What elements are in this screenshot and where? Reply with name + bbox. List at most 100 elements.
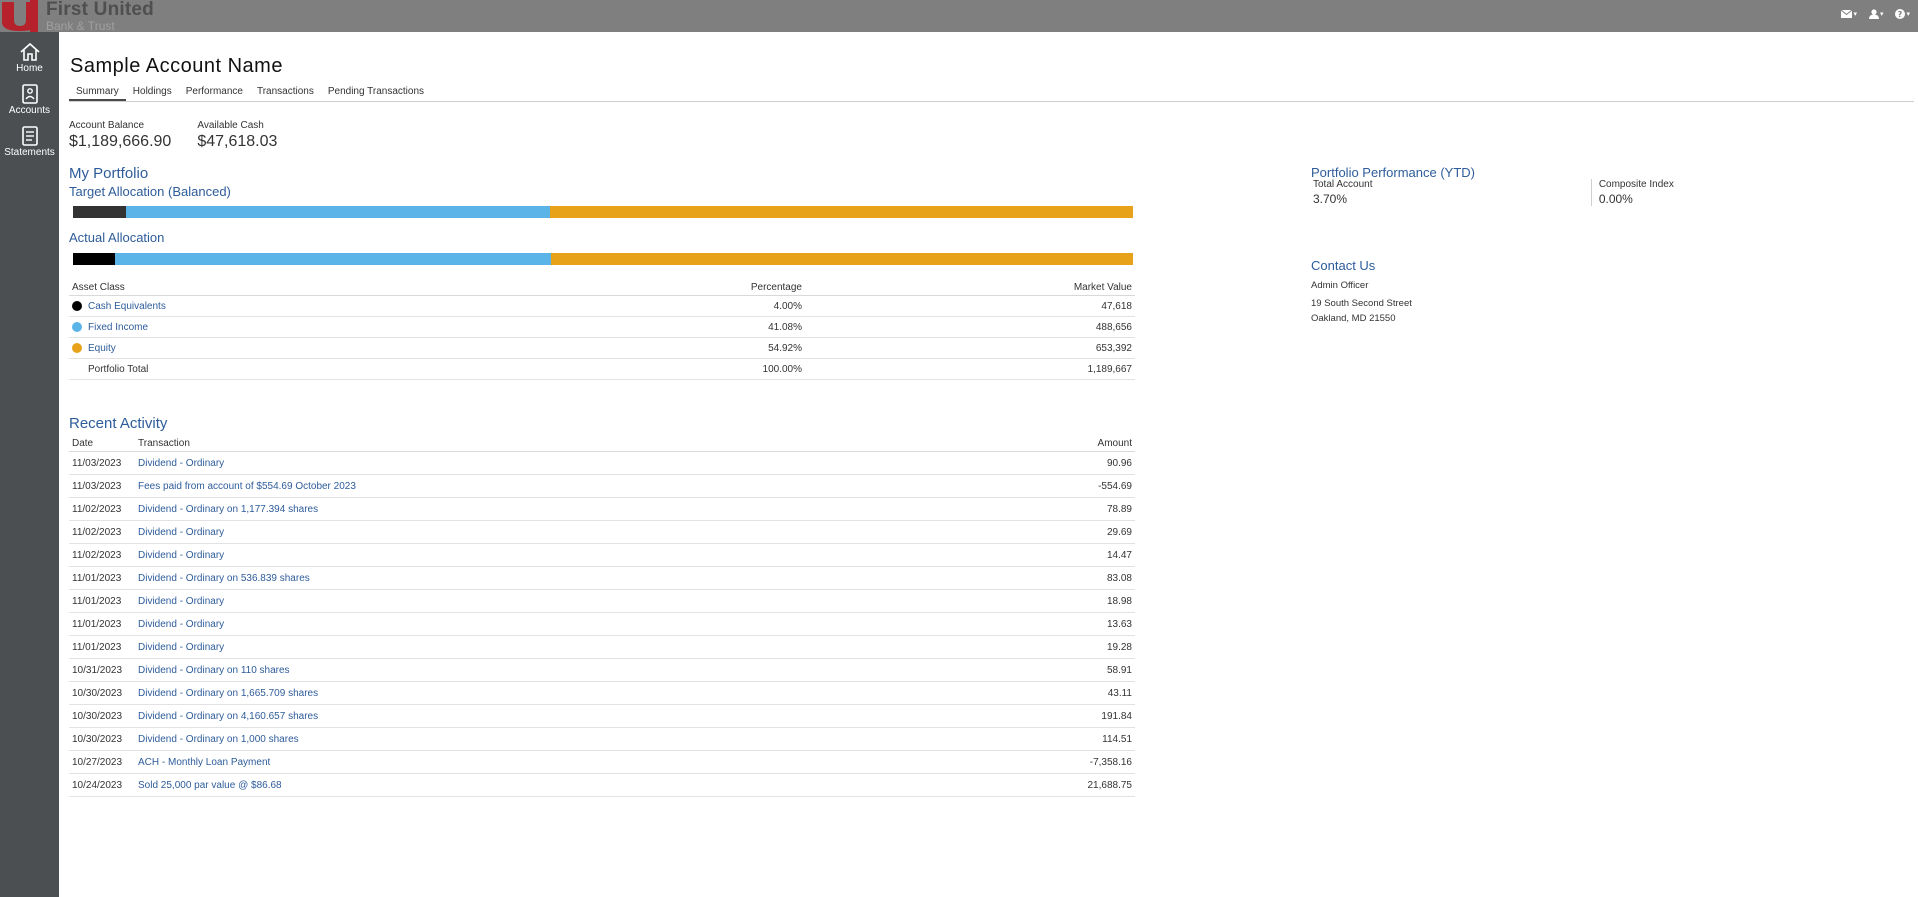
transaction-header: Transaction <box>138 438 190 449</box>
recent-activity-table: Date Transaction Amount 11/03/2023 Divide… <box>69 436 1135 797</box>
performance-grid: Total Account 3.70% Composite Index 0.00… <box>1311 179 1871 206</box>
user-menu[interactable]: ▾ <box>1868 9 1883 19</box>
activity-transaction-link[interactable]: ACH - Monthly Loan Payment <box>138 751 1038 773</box>
asset-mv-cell: 47,618 <box>1101 301 1132 312</box>
equity-segment <box>550 253 1133 265</box>
asset-name-cell: Cash Equivalents <box>72 296 672 316</box>
activity-transaction-link[interactable]: Dividend - Ordinary <box>138 452 1038 474</box>
activity-transaction-link[interactable]: Dividend - Ordinary <box>138 544 1038 566</box>
activity-transaction-link[interactable]: Dividend - Ordinary <box>138 590 1038 612</box>
svg-text:?: ? <box>1898 10 1903 19</box>
asset-color-dot-icon <box>72 322 82 332</box>
activity-transaction-link[interactable]: Dividend - Ordinary on 1,177.394 shares <box>138 498 1038 520</box>
activity-transaction-link[interactable]: Dividend - Ordinary <box>138 613 1038 635</box>
asset-class-link[interactable]: Cash Equivalents <box>88 296 166 317</box>
activity-row: 10/31/2023 Dividend - Ordinary on 110 sha… <box>69 659 1135 682</box>
asset-pct-cell: 41.08% <box>768 322 802 333</box>
available-cash-label: Available Cash <box>197 120 264 131</box>
chevron-down-icon: ▾ <box>1906 11 1910 18</box>
activity-transaction-link[interactable]: Dividend - Ordinary on 1,000 shares <box>138 728 1038 750</box>
table-header: Date Transaction Amount <box>69 436 1135 452</box>
brand-name: First United <box>46 0 154 20</box>
asset-row: Cash Equivalents 4.00% 47,618 <box>69 296 1135 317</box>
target-allocation-title: Target Allocation (Balanced) <box>69 184 231 199</box>
activity-transaction-link[interactable]: Dividend - Ordinary <box>138 636 1038 658</box>
activity-amount-cell: -7,358.16 <box>1089 757 1132 768</box>
activity-row: 11/03/2023 Dividend - Ordinary 90.96 <box>69 452 1135 475</box>
activity-amount-cell: 13.63 <box>1106 619 1132 630</box>
mail-menu[interactable]: ▾ <box>1841 9 1857 19</box>
activity-amount-cell: 29.69 <box>1106 527 1132 538</box>
sidebar-item-accounts[interactable]: Accounts <box>0 84 59 116</box>
activity-amount-cell: 14.47 <box>1106 550 1132 561</box>
activity-date-cell: 10/31/2023 <box>72 665 123 676</box>
tab-pending-transactions[interactable]: Pending Transactions <box>321 82 431 101</box>
chevron-down-icon: ▾ <box>1853 11 1857 18</box>
contact-title: Contact Us <box>1311 258 1376 273</box>
sidebar-item-statements[interactable]: Statements <box>0 126 59 158</box>
asset-mv-cell: 653,392 <box>1095 343 1132 354</box>
tabs-divider <box>69 101 1914 102</box>
activity-date-cell: 10/30/2023 <box>72 734 123 745</box>
activity-transaction-link[interactable]: Dividend - Ordinary on 4,160.657 shares <box>138 705 1038 727</box>
user-icon <box>1868 9 1879 19</box>
available-cash-value: $47,618.03 <box>197 133 278 150</box>
activity-date-cell: 11/02/2023 <box>72 504 122 515</box>
portfolio-total-label: Portfolio Total <box>88 363 149 375</box>
activity-row: 10/30/2023 Dividend - Ordinary on 1,000 s… <box>69 728 1135 751</box>
account-balance: Account Balance $1,189,666.90 <box>69 120 171 151</box>
asset-name-cell: Equity <box>72 338 672 358</box>
activity-amount-cell: 19.28 <box>1106 642 1132 653</box>
equity-segment <box>550 206 1133 218</box>
date-header: Date <box>72 438 94 449</box>
asset-class-link[interactable]: Fixed Income <box>88 317 148 338</box>
performance-title: Portfolio Performance (YTD) <box>1311 165 1475 180</box>
activity-transaction-link[interactable]: Dividend - Ordinary on 1,665.709 shares <box>138 682 1038 704</box>
activity-amount-cell: 58.91 <box>1106 665 1132 676</box>
tab-performance[interactable]: Performance <box>179 82 250 101</box>
activity-date-cell: 10/30/2023 <box>72 688 123 699</box>
activity-row: 11/01/2023 Dividend - Ordinary 13.63 <box>69 613 1135 636</box>
activity-date-cell: 11/03/2023 <box>72 458 122 469</box>
activity-date-cell: 11/03/2023 <box>72 481 122 492</box>
statements-icon <box>21 126 38 146</box>
fixed-income-segment <box>115 253 551 265</box>
activity-transaction-link[interactable]: Sold 25,000 par value @ $86.68 <box>138 774 1038 796</box>
activity-transaction-link[interactable]: Dividend - Ordinary <box>138 521 1038 543</box>
tab-holdings[interactable]: Holdings <box>126 82 179 101</box>
activity-amount-cell: 90.96 <box>1106 458 1132 469</box>
portfolio-total-mv: 1,189,667 <box>1087 364 1133 375</box>
market-value-header: Market Value <box>1073 282 1132 293</box>
brand-subtitle: Bank & Trust <box>46 19 115 33</box>
contact-info: Admin Officer 19 South Second Street Oak… <box>1311 278 1412 327</box>
asset-class-link[interactable]: Equity <box>88 338 116 359</box>
help-icon: ? <box>1895 9 1906 19</box>
logo-mark-icon <box>0 0 44 32</box>
sidebar: Home Accounts Statements <box>0 32 59 897</box>
contact-address-line1: 19 South Second Street <box>1311 297 1412 309</box>
activity-row: 11/01/2023 Dividend - Ordinary 18.98 <box>69 590 1135 613</box>
activity-transaction-link[interactable]: Dividend - Ordinary on 110 shares <box>138 659 1038 681</box>
composite-index-perf: Composite Index 0.00% <box>1590 179 1871 206</box>
total-account-label: Total Account <box>1313 179 1373 190</box>
activity-row: 10/30/2023 Dividend - Ordinary on 1,665.7… <box>69 682 1135 705</box>
activity-date-cell: 11/01/2023 <box>72 573 122 584</box>
activity-transaction-link[interactable]: Dividend - Ordinary on 536.839 shares <box>138 567 1038 589</box>
amount-header: Amount <box>1097 438 1132 449</box>
asset-name-cell: Fixed Income <box>72 317 672 337</box>
sidebar-item-home[interactable]: Home <box>0 42 59 74</box>
tab-summary[interactable]: Summary <box>69 82 126 101</box>
composite-index-label: Composite Index <box>1598 179 1674 190</box>
contact-officer: Admin Officer <box>1311 280 1369 291</box>
fixed-income-segment <box>126 206 550 218</box>
tab-transactions[interactable]: Transactions <box>250 82 321 101</box>
sidebar-item-label: Statements <box>4 147 55 158</box>
help-menu[interactable]: ? ▾ <box>1895 9 1910 19</box>
activity-row: 11/03/2023 Fees paid from account of $554… <box>69 475 1135 498</box>
activity-transaction-link[interactable]: Fees paid from account of $554.69 Octobe… <box>138 475 1038 497</box>
table-header: Asset Class Percentage Market Value <box>69 280 1135 296</box>
cash-segment <box>73 253 116 265</box>
account-balance-value: $1,189,666.90 <box>69 133 172 150</box>
percentage-header: Percentage <box>750 282 802 293</box>
bank-logo[interactable]: First United Bank & Trust <box>0 0 154 32</box>
